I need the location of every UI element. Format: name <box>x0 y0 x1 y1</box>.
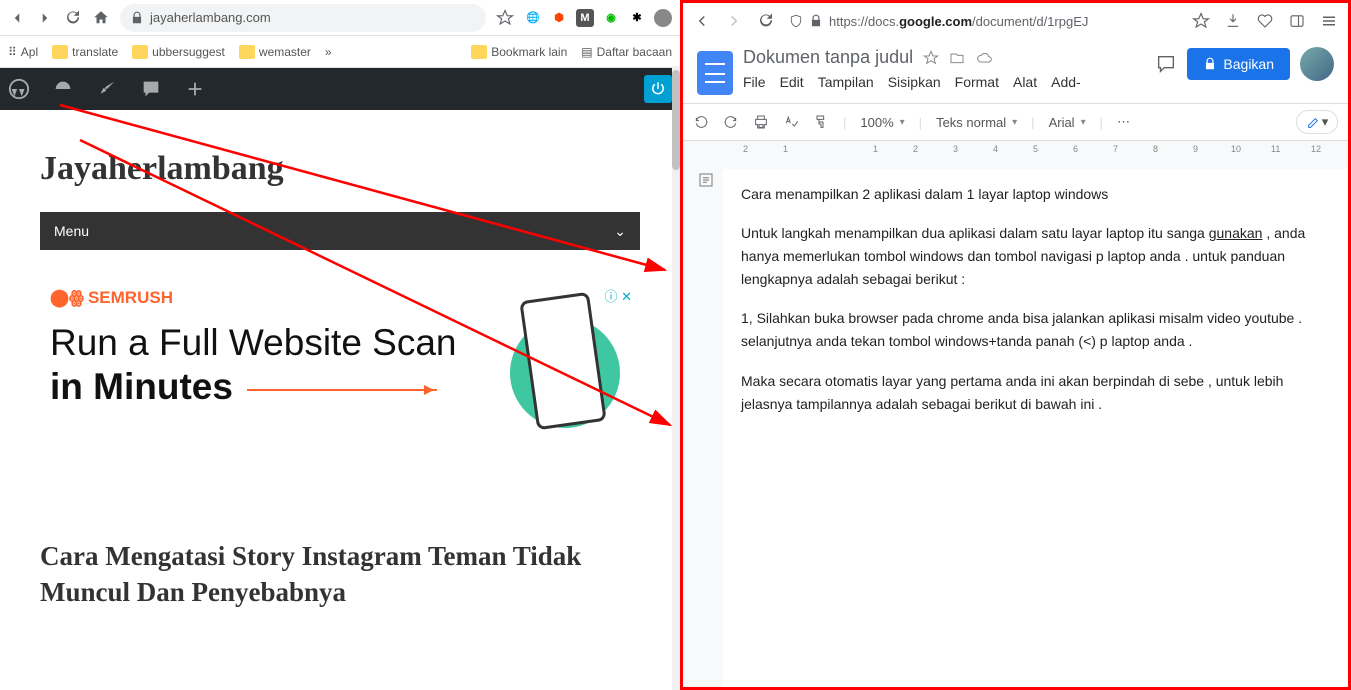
ad-banner[interactable]: ⓘ ✕ ⬤ꙮ SEMRUSH Run a Full Website Scan i… <box>40 278 640 458</box>
paragraph-2: Untuk langkah menampilkan dua aplikasi d… <box>741 222 1330 291</box>
back-icon[interactable] <box>8 9 26 27</box>
docs-body: Cara menampilkan 2 aplikasi dalam 1 laya… <box>683 157 1348 687</box>
docs-header: Dokumen tanpa judul File Edit Tampilan S… <box>683 39 1348 95</box>
download-icon[interactable] <box>1224 12 1242 30</box>
bookmark-other[interactable]: Bookmark lain <box>471 45 567 59</box>
url-bar-right[interactable]: https://docs.google.com/document/d/1rpgE… <box>789 14 1178 29</box>
gauge-icon[interactable] <box>52 78 74 100</box>
lock-icon-r <box>809 14 823 28</box>
ext-icon-3[interactable]: M <box>576 9 594 27</box>
chrome-toolbar-right: https://docs.google.com/document/d/1rpgE… <box>683 3 1348 39</box>
move-icon[interactable] <box>949 50 965 66</box>
star-doc-icon[interactable] <box>923 50 939 66</box>
shield-icon <box>789 14 803 28</box>
docs-menu-bar: File Edit Tampilan Sisipkan Format Alat … <box>743 74 1145 90</box>
spellcheck-icon[interactable] <box>783 114 799 130</box>
comments-icon[interactable] <box>1155 53 1177 75</box>
paragraph-4: Maka secara otomatis layar yang pertama … <box>741 370 1330 416</box>
left-browser-window: jayaherlambang.com 🌐 ⬢ M ◉ ✱ ⠿ Apl trans… <box>0 0 680 690</box>
more-toolbar-icon[interactable]: ⋯ <box>1117 114 1130 130</box>
home-icon[interactable] <box>92 9 110 27</box>
document-page[interactable]: Cara menampilkan 2 aplikasi dalam 1 laya… <box>723 169 1348 687</box>
ext-icon-5[interactable]: ✱ <box>628 9 646 27</box>
font-select[interactable]: Arial <box>1049 115 1086 130</box>
menu-file[interactable]: File <box>743 74 766 90</box>
outline-toggle[interactable] <box>683 157 723 687</box>
star-icon-r[interactable] <box>1192 12 1210 30</box>
bookmark-ubber[interactable]: ubbersuggest <box>132 45 225 59</box>
site-content: Jayaherlambang Menu⌄ ⓘ ✕ ⬤ꙮ SEMRUSH Run … <box>0 110 680 690</box>
add-icon[interactable] <box>184 78 206 100</box>
bookmarks-bar: ⠿ Apl translate ubbersuggest wemaster » … <box>0 36 680 68</box>
site-title: Jayaherlambang <box>40 150 640 188</box>
paragraph-1: Cara menampilkan 2 aplikasi dalam 1 laya… <box>741 183 1330 206</box>
reload-icon[interactable] <box>64 9 82 27</box>
redo-icon[interactable] <box>723 114 739 130</box>
ruler[interactable]: 21 12 34 56 78 910 1112 <box>683 141 1348 157</box>
edit-mode-button[interactable]: ▾ <box>1296 110 1338 134</box>
bookmark-apps[interactable]: ⠿ Apl <box>8 45 38 59</box>
right-browser-window: https://docs.google.com/document/d/1rpgE… <box>680 0 1351 690</box>
menu-dropdown[interactable]: Menu⌄ <box>40 212 640 250</box>
menu-sisipkan[interactable]: Sisipkan <box>888 74 941 90</box>
print-icon[interactable] <box>753 114 769 130</box>
menu-add[interactable]: Add- <box>1051 74 1081 90</box>
style-select[interactable]: Teks normal <box>936 115 1017 130</box>
chrome-toolbar-left: jayaherlambang.com 🌐 ⬢ M ◉ ✱ <box>0 0 680 36</box>
reading-list[interactable]: ▤ Daftar bacaan <box>581 45 672 59</box>
doc-title[interactable]: Dokumen tanpa judul <box>743 47 913 68</box>
forward-icon[interactable] <box>36 9 54 27</box>
docs-logo-icon[interactable] <box>697 51 733 95</box>
wordpress-icon[interactable] <box>8 78 30 100</box>
url-text-r: https://docs.google.com/document/d/1rpgE… <box>829 14 1088 29</box>
ext-icon-2[interactable]: ⬢ <box>550 9 568 27</box>
forward-icon-r[interactable] <box>725 12 743 30</box>
bookmark-translate[interactable]: translate <box>52 45 118 59</box>
star-icon[interactable] <box>496 9 514 27</box>
url-bar-left[interactable]: jayaherlambang.com <box>120 4 486 32</box>
power-button[interactable] <box>644 75 672 103</box>
menu-edit[interactable]: Edit <box>780 74 804 90</box>
ext-icon-1[interactable]: 🌐 <box>524 9 542 27</box>
paragraph-3: 1, Silahkan buka browser pada chrome and… <box>741 307 1330 353</box>
paint-format-icon[interactable] <box>813 114 829 130</box>
undo-icon[interactable] <box>693 114 709 130</box>
cloud-icon[interactable] <box>975 50 993 66</box>
avatar[interactable] <box>1300 47 1334 81</box>
brush-icon[interactable] <box>96 78 118 100</box>
profile-icon[interactable] <box>654 9 672 27</box>
scrollbar-left[interactable] <box>672 66 680 690</box>
ext-icon-4[interactable]: ◉ <box>602 9 620 27</box>
menu-icon-r[interactable] <box>1320 12 1338 30</box>
extension-icons: 🌐 ⬢ M ◉ ✱ <box>524 9 672 27</box>
bookmark-more[interactable]: » <box>325 45 332 59</box>
heart-icon[interactable] <box>1256 12 1274 30</box>
docs-toolbar: | 100% | Teks normal | Arial | ⋯ ▾ <box>683 103 1348 141</box>
wordpress-admin-bar <box>0 68 680 110</box>
ad-graphic <box>500 288 620 438</box>
zoom-select[interactable]: 100% <box>860 115 904 130</box>
article-title[interactable]: Cara Mengatasi Story Instagram Teman Tid… <box>40 538 640 611</box>
panel-icon[interactable] <box>1288 12 1306 30</box>
back-icon-r[interactable] <box>693 12 711 30</box>
menu-format[interactable]: Format <box>955 74 999 90</box>
reload-icon-r[interactable] <box>757 12 775 30</box>
comment-icon[interactable] <box>140 78 162 100</box>
menu-tampilan[interactable]: Tampilan <box>818 74 874 90</box>
menu-alat[interactable]: Alat <box>1013 74 1037 90</box>
url-text: jayaherlambang.com <box>150 10 271 25</box>
bookmark-wemaster[interactable]: wemaster <box>239 45 311 59</box>
share-button[interactable]: Bagikan <box>1187 48 1290 80</box>
lock-icon <box>130 11 144 25</box>
